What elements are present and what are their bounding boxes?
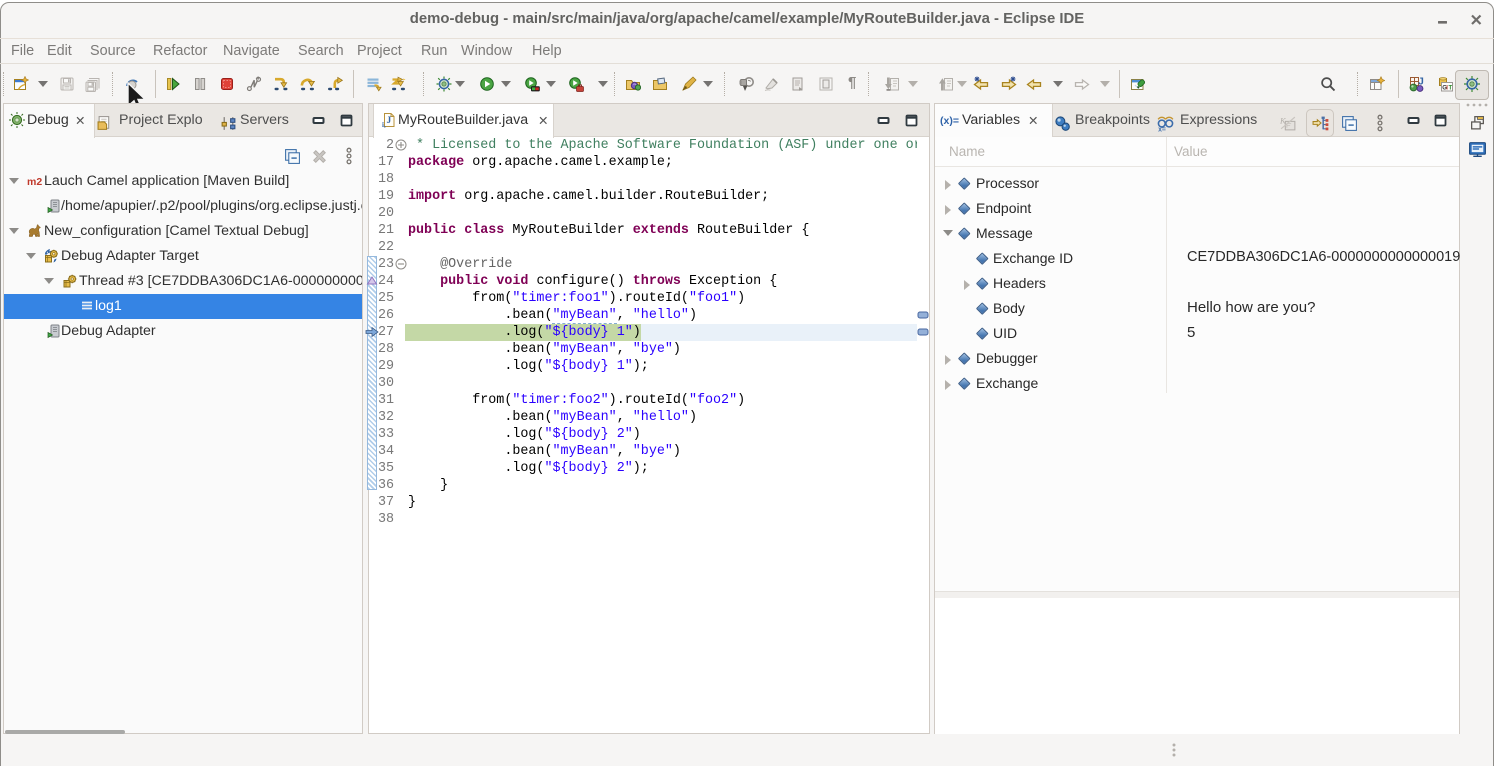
svg-text:J: J: [387, 116, 392, 126]
svg-text:x=: x=: [1158, 126, 1166, 132]
svg-text:(x)=: (x)=: [940, 115, 959, 127]
svg-text:T: T: [1449, 85, 1453, 91]
svg-text:m2: m2: [27, 176, 42, 188]
svg-text:i,: i,: [382, 121, 386, 128]
